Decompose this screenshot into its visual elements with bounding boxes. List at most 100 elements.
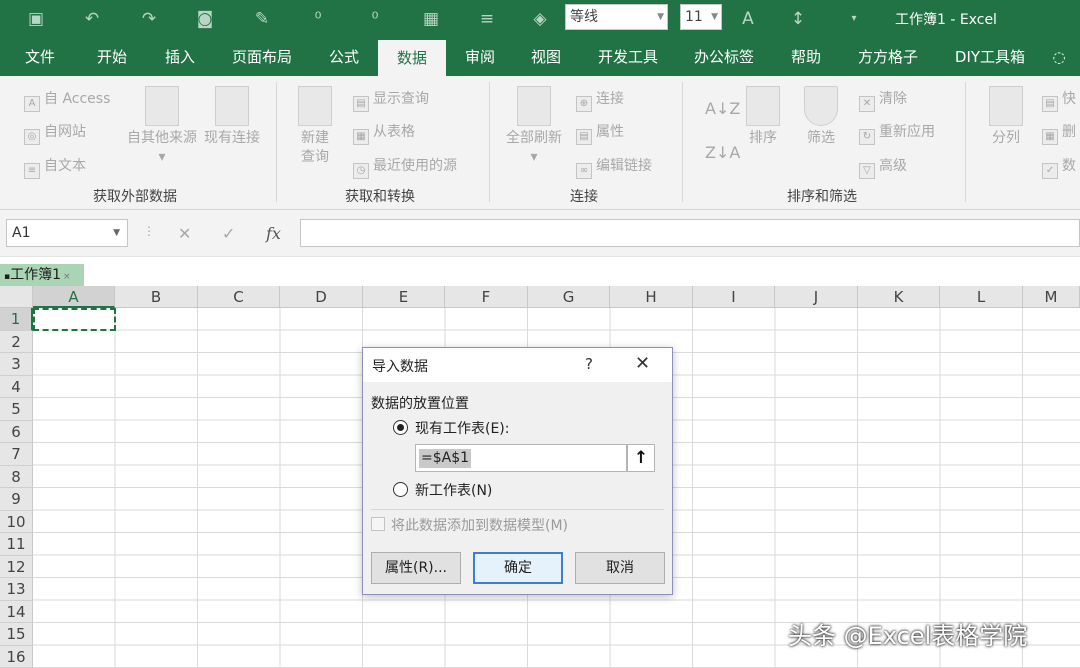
increase-decimal-icon[interactable]: ⁰ — [363, 8, 387, 30]
close-icon[interactable]: × — [63, 272, 71, 282]
clear-filter-button[interactable]: ✕清除 — [859, 88, 907, 112]
close-icon[interactable]: ✕ — [635, 353, 650, 374]
row-header-13[interactable]: 13 — [0, 578, 33, 601]
from-table-button[interactable]: ▦从表格 — [353, 121, 415, 145]
table-icon[interactable]: ▦ — [419, 8, 443, 30]
from-access-button[interactable]: A自 Access — [24, 88, 110, 112]
refresh-all-button[interactable]: 全部刷新▾ — [502, 86, 566, 167]
row-header-16[interactable]: 16 — [0, 646, 33, 668]
new-sheet-radio[interactable] — [393, 482, 408, 497]
filter-button[interactable]: 筛选 — [799, 86, 843, 148]
tab-fangfang[interactable]: 方方格子 — [850, 38, 926, 76]
cancel-button[interactable]: 取消 — [575, 552, 665, 584]
properties-button[interactable]: ▤属性 — [576, 121, 624, 145]
sort-icon[interactable]: ↕ — [786, 8, 810, 30]
name-box[interactable]: A1▼ — [6, 219, 128, 247]
row-header-1[interactable]: 1 — [0, 308, 33, 331]
formula-input[interactable] — [300, 219, 1080, 247]
ok-button[interactable]: 确定 — [473, 552, 563, 584]
reapply-button[interactable]: ↻重新应用 — [859, 121, 935, 145]
cancel-icon[interactable]: ✕ — [178, 224, 191, 243]
from-other-sources-button[interactable]: 自其他来源▾ — [124, 86, 200, 167]
select-all-corner[interactable] — [0, 286, 33, 308]
redo-icon[interactable]: ↷ — [137, 8, 161, 30]
selected-cell-a1[interactable] — [33, 308, 116, 331]
workbook-tab[interactable]: ▪工作簿1× — [0, 264, 84, 287]
lightbulb-icon[interactable]: ◌ — [1046, 38, 1072, 76]
customize-qat-icon[interactable]: ▾ — [842, 8, 866, 30]
new-query-button[interactable]: 新建查询 — [291, 86, 339, 167]
recent-sources-button[interactable]: ◷最近使用的源 — [353, 155, 457, 179]
collapse-dialog-up-arrow-icon[interactable]: ↑ — [627, 444, 655, 472]
remove-duplicates-button[interactable]: ▦删 — [1042, 121, 1076, 145]
column-header-e[interactable]: E — [363, 286, 445, 308]
font-color-icon[interactable]: A — [736, 8, 760, 30]
format-painter-icon[interactable]: ✎ — [250, 8, 274, 30]
add-to-model-label[interactable]: 将此数据添加到数据模型(M) — [391, 515, 568, 535]
tab-developer[interactable]: 开发工具 — [590, 38, 666, 76]
column-header-k[interactable]: K — [858, 286, 940, 308]
row-header-5[interactable]: 5 — [0, 398, 33, 421]
tab-review[interactable]: 审阅 — [452, 38, 508, 76]
tab-file[interactable]: 文件 — [14, 38, 66, 76]
column-header-f[interactable]: F — [445, 286, 528, 308]
align-icon[interactable]: ≡ — [475, 8, 499, 30]
camera-icon[interactable]: ◙ — [193, 8, 217, 30]
tab-diy-toolbox[interactable]: DIY工具箱 — [944, 38, 1036, 76]
add-to-model-checkbox[interactable] — [371, 517, 385, 531]
row-header-6[interactable]: 6 — [0, 421, 33, 444]
fill-color-icon[interactable]: ◈ — [528, 8, 552, 30]
column-header-j[interactable]: J — [775, 286, 858, 308]
column-header-l[interactable]: L — [940, 286, 1023, 308]
save-icon[interactable]: ▣ — [24, 8, 48, 30]
insert-function-icon[interactable]: fx — [266, 224, 281, 243]
existing-connections-button[interactable]: 现有连接 — [202, 86, 262, 148]
existing-sheet-radio[interactable] — [393, 420, 408, 435]
row-header-12[interactable]: 12 — [0, 556, 33, 579]
sort-descending-icon[interactable]: Z↓A — [705, 142, 740, 164]
text-to-columns-button[interactable]: 分列 — [984, 86, 1028, 148]
enter-icon[interactable]: ✓ — [222, 224, 235, 243]
existing-sheet-label[interactable]: 现有工作表(E): — [415, 418, 510, 438]
row-header-10[interactable]: 10 — [0, 511, 33, 534]
connections-button[interactable]: ⊕连接 — [576, 88, 624, 112]
row-header-9[interactable]: 9 — [0, 488, 33, 511]
column-header-h[interactable]: H — [610, 286, 693, 308]
flash-fill-button[interactable]: ▤快 — [1042, 88, 1076, 112]
tab-office-tab[interactable]: 办公标签 — [686, 38, 762, 76]
tab-insert[interactable]: 插入 — [152, 38, 208, 76]
column-header-d[interactable]: D — [280, 286, 363, 308]
tab-page-layout[interactable]: 页面布局 — [222, 38, 302, 76]
column-header-a[interactable]: A — [33, 286, 115, 308]
row-header-4[interactable]: 4 — [0, 376, 33, 399]
tab-help[interactable]: 帮助 — [780, 38, 832, 76]
help-icon[interactable]: ? — [585, 355, 593, 373]
undo-icon[interactable]: ↶ — [80, 8, 104, 30]
advanced-filter-button[interactable]: ▽高级 — [859, 155, 907, 179]
reference-input[interactable]: =$A$1 — [415, 444, 627, 472]
edit-links-button[interactable]: ∞编辑链接 — [576, 155, 652, 179]
from-web-button[interactable]: ◎自网站 — [24, 121, 86, 145]
sort-ascending-icon[interactable]: A↓Z — [705, 98, 740, 120]
row-header-8[interactable]: 8 — [0, 466, 33, 489]
new-sheet-label[interactable]: 新工作表(N) — [415, 480, 492, 500]
column-header-m[interactable]: M — [1023, 286, 1080, 308]
font-size-select[interactable]: 11▼ — [680, 4, 722, 30]
tab-view[interactable]: 视图 — [518, 38, 574, 76]
row-header-11[interactable]: 11 — [0, 533, 33, 556]
column-header-b[interactable]: B — [115, 286, 198, 308]
decrease-decimal-icon[interactable]: ⁰ — [306, 8, 330, 30]
sort-button[interactable]: 排序 — [741, 86, 785, 148]
row-header-7[interactable]: 7 — [0, 443, 33, 466]
column-header-g[interactable]: G — [528, 286, 610, 308]
row-header-14[interactable]: 14 — [0, 601, 33, 624]
tab-formulas[interactable]: 公式 — [314, 38, 374, 76]
font-name-select[interactable]: 等线▼ — [565, 4, 668, 30]
row-header-3[interactable]: 3 — [0, 353, 33, 376]
row-header-2[interactable]: 2 — [0, 331, 33, 354]
show-queries-button[interactable]: ▤显示查询 — [353, 88, 429, 112]
column-header-i[interactable]: I — [693, 286, 775, 308]
row-header-15[interactable]: 15 — [0, 623, 33, 646]
from-text-button[interactable]: ≡自文本 — [24, 155, 86, 179]
data-validation-button[interactable]: ✓数 — [1042, 155, 1076, 179]
